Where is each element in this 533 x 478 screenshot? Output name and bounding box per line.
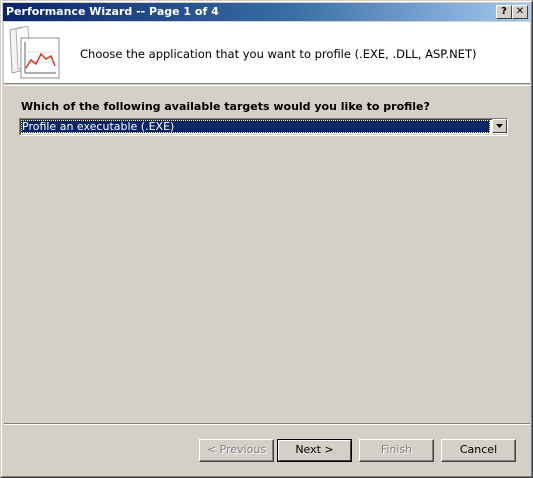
- target-select-value[interactable]: Profile an executable (.EXE): [21, 120, 490, 133]
- wizard-header: Choose the application that you want to …: [4, 22, 530, 84]
- cancel-button[interactable]: Cancel: [441, 439, 516, 462]
- target-select[interactable]: Profile an executable (.EXE): [19, 118, 508, 136]
- footer-separator: [4, 423, 530, 425]
- title-bar[interactable]: Performance Wizard -- Page 1 of 4 ? ✕: [3, 3, 530, 21]
- header-divider: [4, 85, 530, 86]
- previous-button-label: < Previous: [206, 443, 267, 456]
- page-heading: Choose the application that you want to …: [80, 47, 477, 61]
- chart-document-icon: [8, 25, 62, 80]
- finish-button-label: Finish: [380, 443, 413, 456]
- finish-button[interactable]: Finish: [359, 439, 434, 462]
- target-question-label: Which of the following available targets…: [21, 100, 430, 113]
- previous-button[interactable]: < Previous: [199, 439, 274, 462]
- chevron-down-icon: [496, 124, 503, 128]
- wizard-window: Performance Wizard -- Page 1 of 4 ? ✕ Ch…: [0, 0, 533, 478]
- next-button[interactable]: Next >: [277, 439, 352, 462]
- dropdown-button[interactable]: [492, 119, 507, 133]
- next-button-label: Next >: [295, 443, 334, 456]
- cancel-button-label: Cancel: [459, 443, 498, 456]
- close-button[interactable]: ✕: [512, 5, 528, 19]
- help-button[interactable]: ?: [496, 5, 512, 19]
- window-title: Performance Wizard -- Page 1 of 4: [6, 5, 219, 18]
